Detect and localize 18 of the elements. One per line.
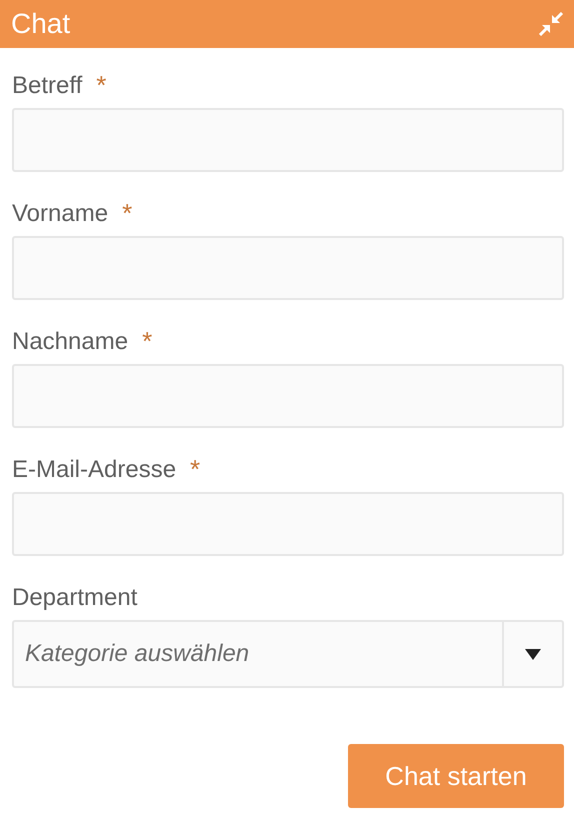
- field-label: E-Mail-Adresse: [12, 456, 176, 484]
- caret-icon: [525, 648, 541, 660]
- required-mark: *: [122, 200, 132, 226]
- input-field[interactable]: [12, 364, 564, 428]
- field-label: Vorname: [12, 200, 108, 228]
- input-field[interactable]: [12, 108, 564, 172]
- category-dropdown[interactable]: Kategorie auswählen: [12, 620, 564, 688]
- input-field[interactable]: [12, 236, 564, 300]
- field-label: Betreff: [12, 72, 82, 100]
- field-label: Department: [12, 584, 138, 612]
- required-mark: *: [142, 328, 152, 354]
- minimize-button[interactable]: [538, 11, 564, 37]
- window-title: Chat: [11, 8, 70, 40]
- required-mark: *: [190, 456, 200, 482]
- collapse-arrows-icon: [539, 12, 563, 36]
- input-field[interactable]: [12, 492, 564, 556]
- field-label: Nachname: [12, 328, 128, 356]
- required-mark: *: [96, 72, 106, 98]
